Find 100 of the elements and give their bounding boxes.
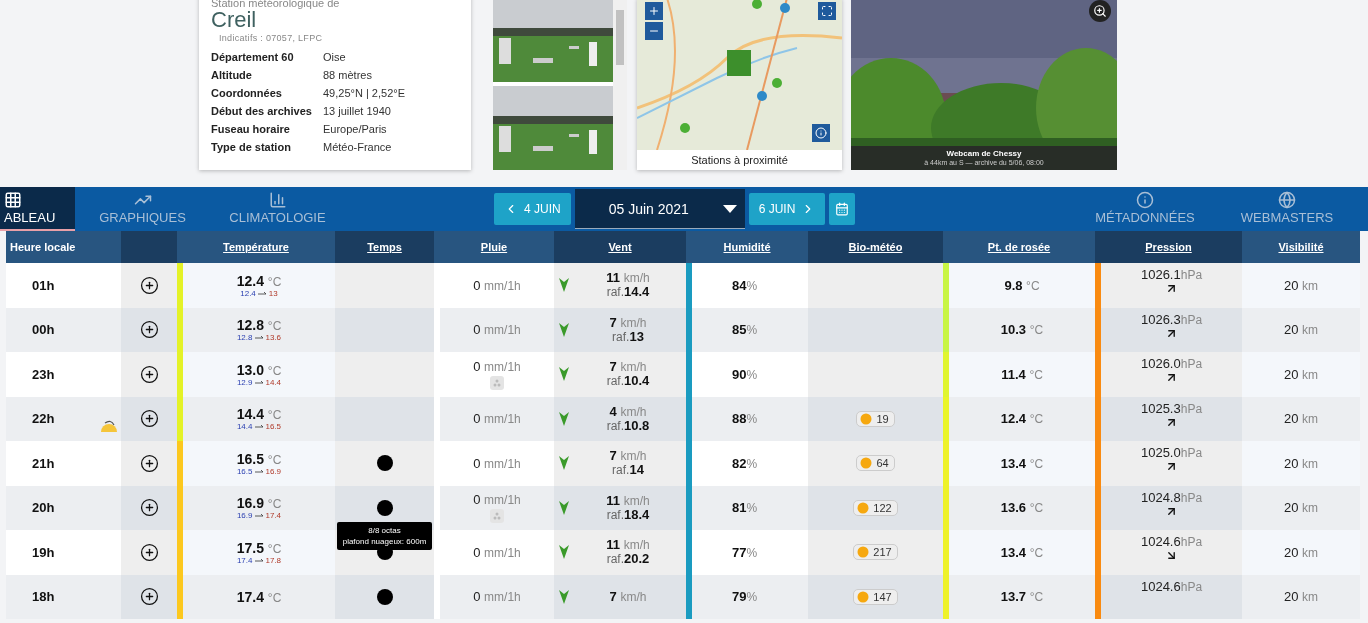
pressure-value: 1026.3hPa xyxy=(1140,311,1203,327)
time-cell: 19h xyxy=(32,544,55,560)
dew-point-value: 9.8 °C xyxy=(1004,277,1040,293)
detail-value: 88 mètres xyxy=(323,68,373,83)
column-header[interactable]: Vent xyxy=(554,231,686,263)
temperature-value: 17.4 °C xyxy=(236,588,282,605)
expand-icon[interactable] xyxy=(139,409,159,429)
pressure-value: 1024.8hPa xyxy=(1140,489,1203,505)
temperature-value: 16.5 °C xyxy=(236,450,282,467)
expand-icon[interactable] xyxy=(139,498,159,518)
detail-label: Coordonnées xyxy=(211,86,283,101)
temperature-value: 13.0 °C xyxy=(236,361,282,378)
nav-tab[interactable]: GRAPHIQUES xyxy=(75,187,210,231)
pressure-value: 1026.1hPa xyxy=(1140,267,1203,282)
detail-value: 13 juillet 1940 xyxy=(323,104,392,119)
expand-icon[interactable] xyxy=(139,453,159,473)
wind-gust: raf.10.8 xyxy=(606,418,650,433)
wind-gust: raf.10.4 xyxy=(606,374,650,389)
expand-icon[interactable] xyxy=(139,320,159,340)
fullscreen-button[interactable] xyxy=(818,2,836,20)
pressure-value: 1025.3hPa xyxy=(1140,400,1203,416)
cloud-cover-dot[interactable] xyxy=(376,588,393,605)
wind-arrow-icon xyxy=(558,410,570,427)
expand-icon[interactable] xyxy=(139,275,159,295)
webcam-title: Webcam de Chessy xyxy=(946,149,1022,158)
temperature-min: 16.5 xyxy=(236,466,253,476)
temperature-min: 14.4 xyxy=(236,422,253,432)
dew-point-value: 12.4 °C xyxy=(1000,411,1044,427)
zoom-out-button[interactable] xyxy=(645,22,663,40)
wind-arrow-icon xyxy=(558,321,570,338)
zoom-in-icon xyxy=(1093,4,1107,18)
rain-value: 0 mm/1h xyxy=(473,411,521,427)
fullscreen-icon xyxy=(821,5,833,17)
column-header[interactable]: Temps xyxy=(335,231,434,263)
wind-speed: 7 km/h xyxy=(609,449,647,464)
temperature-max: 17.4 xyxy=(265,511,282,521)
nav-tab[interactable]: ABLEAU xyxy=(0,187,75,231)
humidity-value: 84% xyxy=(732,277,758,293)
detail-value: Oise xyxy=(323,50,347,65)
expand-icon[interactable] xyxy=(139,587,159,607)
scrollbar[interactable] xyxy=(613,0,627,170)
time-cell: 22h xyxy=(32,411,55,427)
detail-label: Département 60 xyxy=(211,50,295,65)
humidity-value: 90% xyxy=(732,366,758,382)
column-header[interactable]: Visibilité xyxy=(1242,231,1360,263)
column-header[interactable]: Bio-météo xyxy=(808,231,943,263)
time-cell: 18h xyxy=(32,589,55,605)
wind-arrow-icon xyxy=(558,366,570,383)
calendar-icon xyxy=(835,202,850,216)
column-header[interactable]: Pluie xyxy=(434,231,554,263)
wind-speed: 11 km/h xyxy=(606,271,650,286)
rain-value: 0 mm/1h xyxy=(473,358,521,374)
wind-speed: 7 km/h xyxy=(609,589,647,604)
wind-arrow-icon xyxy=(558,277,570,294)
temperature-max: 17.8 xyxy=(265,555,282,565)
rain-value: 0 mm/1h xyxy=(473,544,521,560)
wind-arrow-icon xyxy=(558,544,570,561)
time-cell: 21h xyxy=(32,455,55,471)
temperature-min: 16.9 xyxy=(236,511,253,521)
dew-point-value: 13.6 °C xyxy=(1000,500,1044,516)
info-button[interactable] xyxy=(812,124,830,142)
column-header[interactable]: Température xyxy=(177,231,335,263)
rain-value: 0 mm/1h xyxy=(473,322,521,338)
cloud-cover-dot[interactable] xyxy=(376,455,393,472)
temperature-value: 16.9 °C xyxy=(236,495,282,512)
humidity-value: 85% xyxy=(732,322,758,338)
visibility-value: 20 km xyxy=(1283,366,1319,382)
expand-icon[interactable] xyxy=(139,542,159,562)
wind-arrow-icon xyxy=(558,588,570,605)
cloud-cover-dot[interactable] xyxy=(376,499,393,516)
column-header[interactable]: Pt. de rosée xyxy=(943,231,1095,263)
calendar-button[interactable] xyxy=(829,193,856,225)
sun-icon xyxy=(857,546,870,559)
column-header[interactable]: Humidité xyxy=(686,231,808,263)
detail-label: Type de station xyxy=(211,140,292,155)
humidity-value: 81% xyxy=(732,500,758,516)
temperature-min: 17.4 xyxy=(236,555,253,565)
wind-gust: raf.14 xyxy=(612,463,644,478)
column-header[interactable]: Pression xyxy=(1095,231,1242,263)
wind-speed: 7 km/h xyxy=(609,315,647,330)
temperature-max: 16.5 xyxy=(265,422,282,432)
scrollbar-thumb[interactable] xyxy=(616,10,624,65)
temperature-max: 13 xyxy=(268,288,278,298)
caret-icon xyxy=(722,204,737,213)
time-cell: 00h xyxy=(32,322,55,338)
temperature-min: 12.4 xyxy=(240,288,256,298)
nav-tab[interactable]: MÉTADONNÉES xyxy=(1074,187,1216,231)
rain-value: 0 mm/1h xyxy=(473,277,521,293)
sun-icon xyxy=(857,590,870,603)
nav-tab[interactable]: WEBMASTERS xyxy=(1216,187,1358,231)
rain-value: 0 mm/1h xyxy=(473,492,521,508)
nav-tab[interactable]: CLIMATOLOGIE xyxy=(210,187,345,231)
station-name: Creil xyxy=(211,9,257,31)
date-select[interactable]: 05 Juin 2021 xyxy=(574,189,745,229)
tooltip-line: 8/8 octas xyxy=(367,524,402,536)
detail-label: Fuseau horaire xyxy=(211,122,291,137)
temperature-max: 13.6 xyxy=(265,333,282,343)
visibility-value: 20 km xyxy=(1283,500,1319,516)
zoom-in-button[interactable] xyxy=(645,2,663,20)
expand-icon[interactable] xyxy=(139,364,159,384)
